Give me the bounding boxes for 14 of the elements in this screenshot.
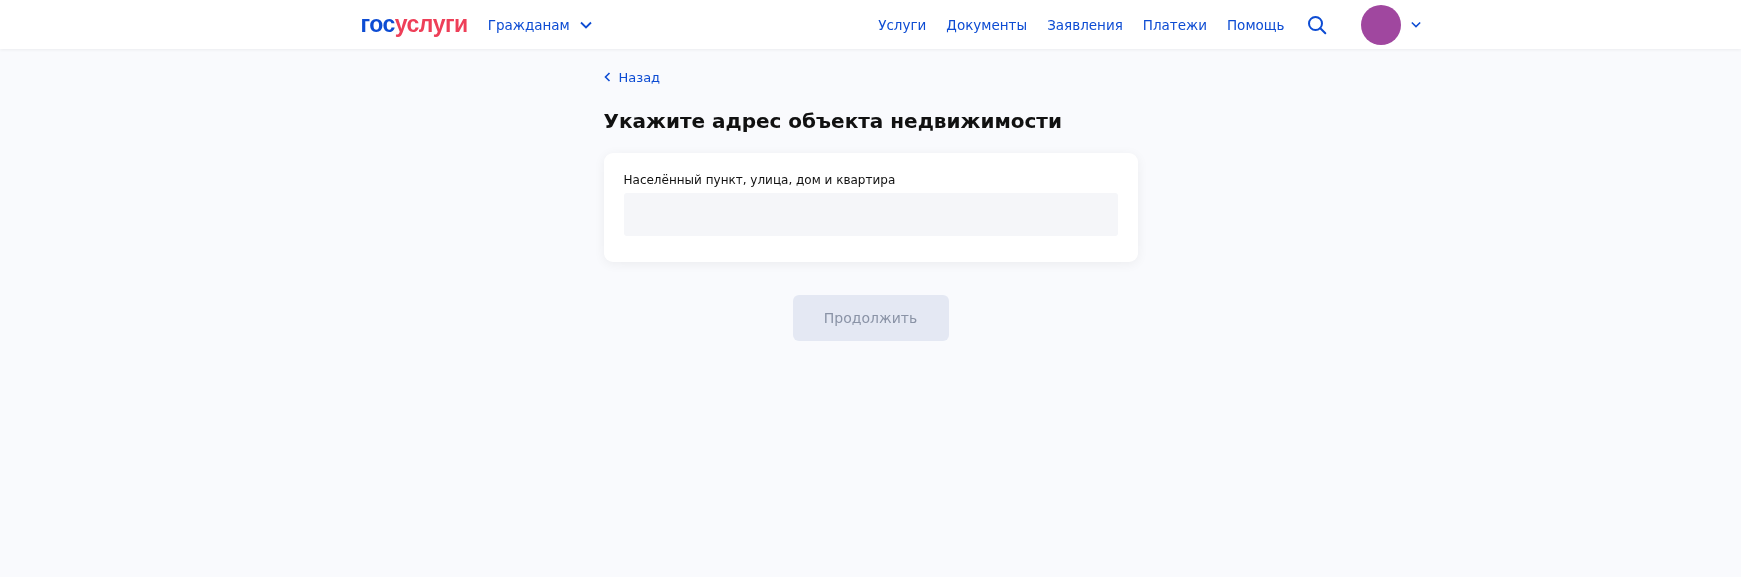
nav-link[interactable]: Помощь [1226,16,1285,33]
avatar[interactable] [1360,4,1401,45]
back-link[interactable]: Назад [603,69,661,85]
page-title: Укажите адрес объекта недвижимости [603,109,1063,133]
audience-menu[interactable]: Гражданам [487,16,592,33]
nav-link[interactable]: Услуги [878,16,927,33]
field-label: Населённый пункт, улица, дом и квартира [623,173,896,187]
nav-link[interactable]: Платежи [1142,16,1207,33]
nav-link[interactable]: Заявления [1047,16,1123,33]
chevron-icon[interactable] [1410,21,1421,28]
nav-link[interactable]: Документы [946,16,1028,33]
logo[interactable]: госуслуги [360,11,468,38]
chevron-left-icon [603,72,611,82]
search-icon[interactable] [1306,14,1327,35]
